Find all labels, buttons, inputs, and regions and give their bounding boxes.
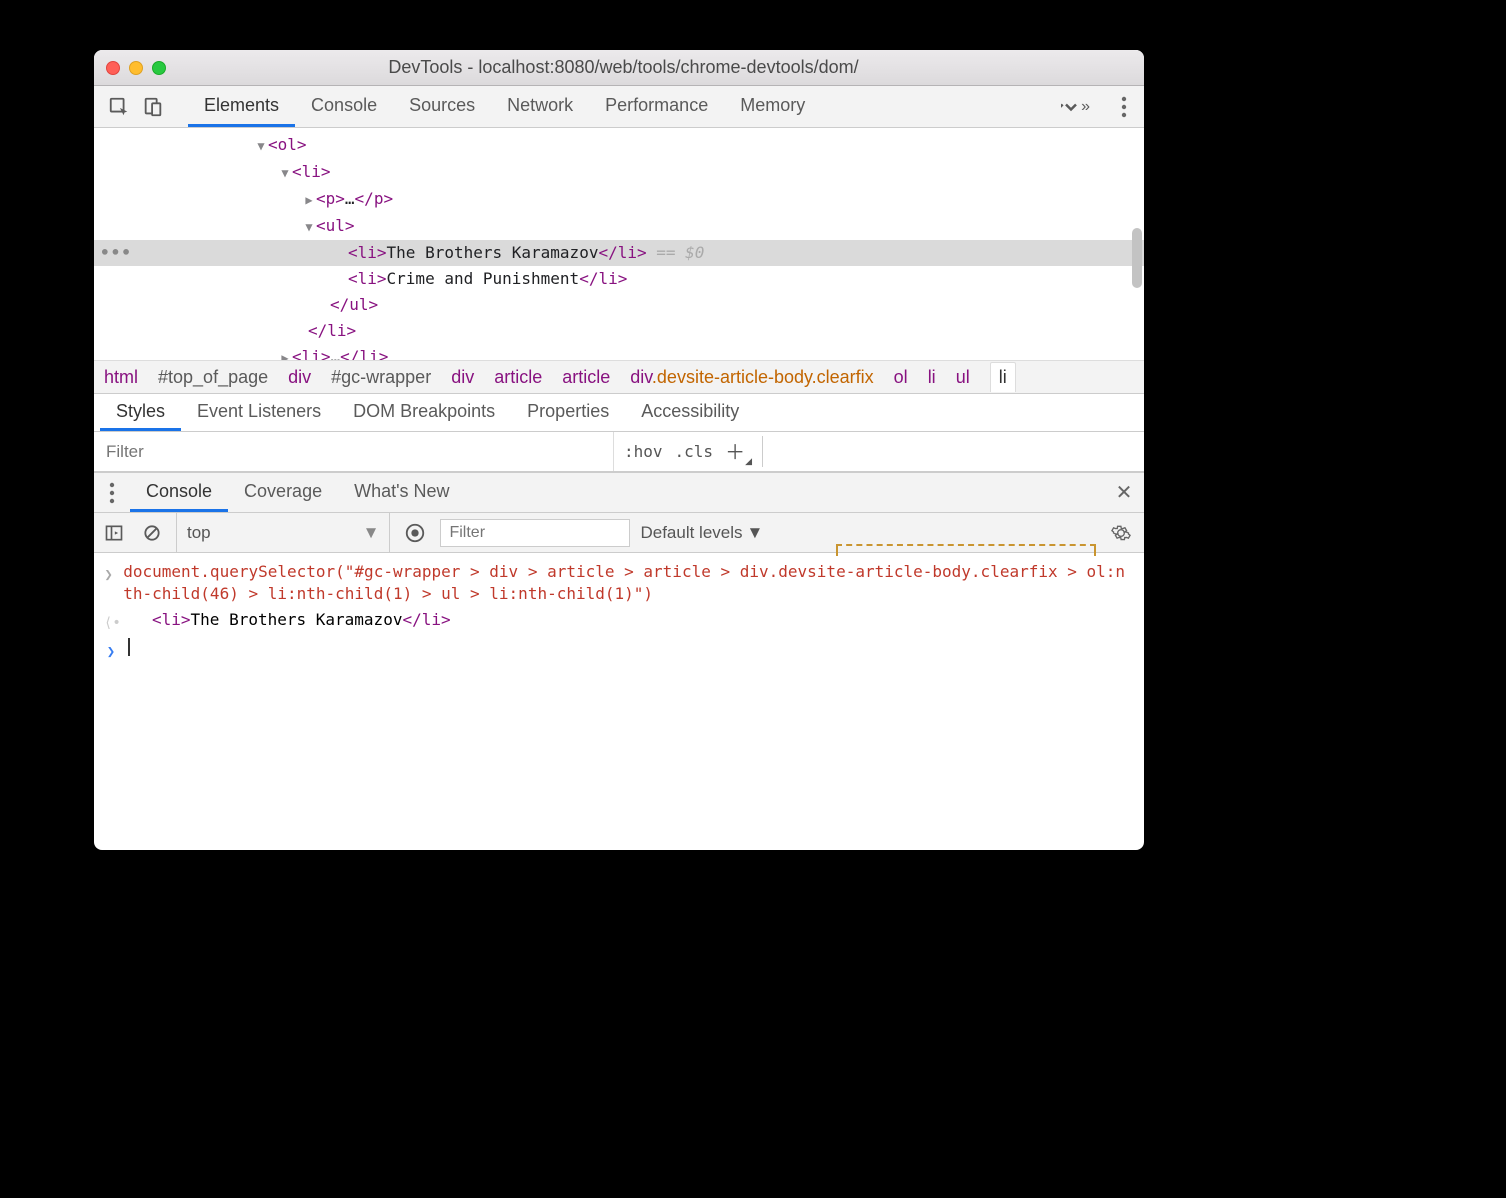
dom-node[interactable]: </li> — [94, 318, 1144, 344]
breadcrumb-item[interactable]: article — [562, 367, 610, 388]
text-cursor — [128, 638, 130, 656]
input-caret-icon: ❯ — [104, 561, 113, 586]
dom-node[interactable]: ▶<li>…</li> — [94, 344, 1144, 360]
console-result-line: ⟨• <li>The Brothers Karamazov</li> — [104, 607, 1134, 636]
dom-node[interactable]: ▼<ol> — [94, 132, 1144, 159]
hov-toggle[interactable]: :hov — [624, 442, 663, 461]
window-minimize-button[interactable] — [129, 61, 143, 75]
levels-label: Default levels — [640, 523, 742, 543]
execution-context-select[interactable]: top ▼ — [176, 513, 390, 552]
window-title: DevTools - localhost:8080/web/tools/chro… — [175, 57, 1132, 78]
tab-performance[interactable]: Performance — [589, 86, 724, 127]
side-tab-styles[interactable]: Styles — [100, 394, 181, 431]
dom-tree[interactable]: ▼<ol>▼<li>▶<p>…</p>▼<ul>•••<li>The Broth… — [94, 128, 1144, 360]
titlebar: DevTools - localhost:8080/web/tools/chro… — [94, 50, 1144, 86]
live-expression-icon[interactable] — [400, 522, 430, 544]
console-output[interactable]: ❯ document.querySelector("#gc-wrapper > … — [94, 553, 1144, 850]
output-caret-icon: ⟨• — [104, 609, 118, 634]
chevron-down-icon: ▼ — [363, 523, 380, 543]
window-maximize-button[interactable] — [152, 61, 166, 75]
drawer-menu-icon[interactable] — [94, 473, 130, 512]
breadcrumb-item[interactable]: #gc-wrapper — [331, 367, 431, 388]
console-result: <li>The Brothers Karamazov</li> — [128, 609, 451, 631]
drawer-tabs: ConsoleCoverageWhat's New ✕ — [94, 473, 1144, 513]
prompt-caret-icon: ❯ — [104, 638, 118, 663]
breadcrumb-item[interactable]: div — [451, 367, 474, 388]
dom-node[interactable]: ▼<ul> — [94, 213, 1144, 240]
tab-console[interactable]: Console — [295, 86, 393, 127]
console-prompt[interactable]: ❯ — [104, 636, 1134, 665]
tab-sources[interactable]: Sources — [393, 86, 491, 127]
side-tab-event-listeners[interactable]: Event Listeners — [181, 394, 337, 431]
dom-node[interactable]: ▶<p>…</p> — [94, 186, 1144, 213]
new-style-rule-button[interactable]: ＋◢ — [725, 436, 752, 467]
breadcrumb-item[interactable]: ol — [894, 367, 908, 388]
breadcrumb-item[interactable]: div.devsite-article-body.clearfix — [630, 367, 873, 388]
console-settings-icon[interactable] — [1104, 523, 1138, 543]
device-toolbar-icon[interactable] — [136, 86, 170, 127]
console-input-line: ❯ document.querySelector("#gc-wrapper > … — [104, 559, 1134, 607]
dom-node[interactable]: </ul> — [94, 292, 1144, 318]
main-toolbar: ElementsConsoleSourcesNetworkPerformance… — [94, 86, 1144, 128]
chevron-down-icon: ▼ — [747, 523, 764, 543]
drawer-tab-console[interactable]: Console — [130, 473, 228, 512]
breadcrumb-item[interactable]: #top_of_page — [158, 367, 268, 388]
tab-network[interactable]: Network — [491, 86, 589, 127]
side-tab-accessibility[interactable]: Accessibility — [625, 394, 755, 431]
breadcrumb-item[interactable]: div — [288, 367, 311, 388]
tab-elements[interactable]: Elements — [188, 86, 295, 127]
dom-node[interactable]: •••<li>The Brothers Karamazov</li> == $0 — [94, 240, 1144, 266]
drawer-close-button[interactable]: ✕ — [1104, 473, 1144, 512]
cls-toggle[interactable]: .cls — [675, 442, 714, 461]
breadcrumb-item[interactable]: html — [104, 367, 138, 388]
log-levels-select[interactable]: Default levels ▼ — [640, 523, 763, 543]
breadcrumb-item[interactable]: ul — [956, 367, 970, 388]
styles-toolbar: :hov .cls ＋◢ — [94, 432, 1144, 472]
inspect-element-icon[interactable] — [102, 86, 136, 127]
styles-filter-input[interactable] — [94, 432, 614, 471]
box-model-preview — [836, 544, 1096, 556]
tabs-overflow-icon[interactable]: » — [1047, 86, 1104, 127]
console-sidebar-toggle-icon[interactable] — [100, 523, 128, 543]
tab-memory[interactable]: Memory — [724, 86, 821, 127]
window-close-button[interactable] — [106, 61, 120, 75]
dom-node[interactable]: ▼<li> — [94, 159, 1144, 186]
side-tab-dom-breakpoints[interactable]: DOM Breakpoints — [337, 394, 511, 431]
clear-console-icon[interactable] — [138, 523, 166, 543]
dom-node[interactable]: <li>Crime and Punishment</li> — [94, 266, 1144, 292]
console-filter-input[interactable] — [440, 519, 630, 547]
console-command-text: document.querySelector("#gc-wrapper > di… — [123, 561, 1134, 605]
drawer-tab-what-s-new[interactable]: What's New — [338, 473, 465, 512]
main-tabs: ElementsConsoleSourcesNetworkPerformance… — [188, 86, 1047, 127]
elements-panel: ▼<ol>▼<li>▶<p>…</p>▼<ul>•••<li>The Broth… — [94, 128, 1144, 360]
drawer-tab-coverage[interactable]: Coverage — [228, 473, 338, 512]
breadcrumb-item[interactable]: li — [990, 362, 1016, 392]
side-panel-tabs: StylesEvent ListenersDOM BreakpointsProp… — [94, 394, 1144, 432]
dom-breadcrumbs[interactable]: html #top_of_page div #gc-wrapper div article… — [94, 360, 1144, 394]
scrollbar-thumb[interactable] — [1132, 228, 1142, 288]
drawer: ConsoleCoverageWhat's New ✕ top ▼ Defaul… — [94, 472, 1144, 850]
more-menu-icon[interactable] — [1104, 86, 1144, 127]
breadcrumb-item[interactable]: li — [928, 367, 936, 388]
result-open-tag: <li> — [152, 610, 191, 629]
result-close-tag: </li> — [402, 610, 450, 629]
context-label: top — [187, 523, 211, 543]
result-text: The Brothers Karamazov — [191, 610, 403, 629]
devtools-window: DevTools - localhost:8080/web/tools/chro… — [94, 50, 1144, 850]
side-tab-properties[interactable]: Properties — [511, 394, 625, 431]
breadcrumb-item[interactable]: article — [494, 367, 542, 388]
